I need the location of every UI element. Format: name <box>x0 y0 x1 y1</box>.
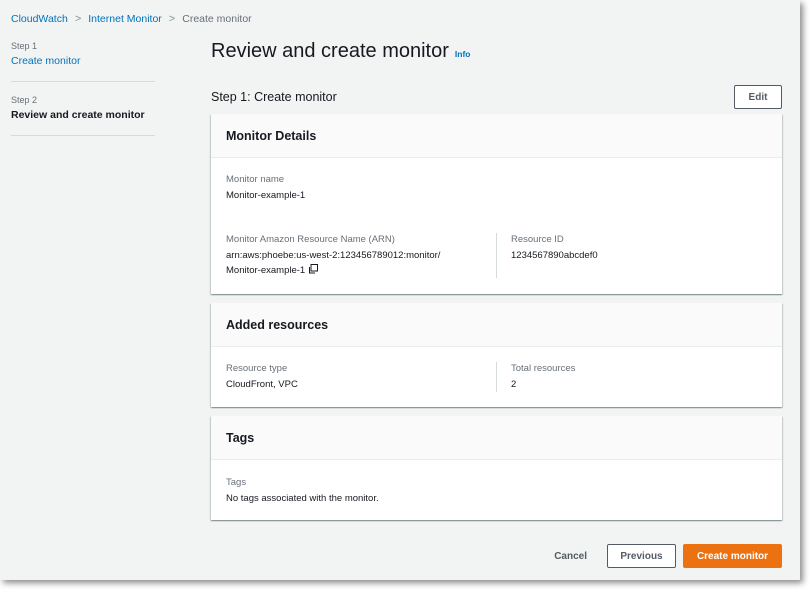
page-title-row: Review and create monitor Info <box>211 40 782 68</box>
field-label: Monitor name <box>226 174 285 185</box>
step-link-create-monitor[interactable]: Create monitor <box>11 54 155 69</box>
card-title: Added resources <box>226 317 329 332</box>
resource-type-field: Resource type CloudFront, VPC <box>226 362 298 392</box>
field-label: Resource type <box>226 363 288 374</box>
card-title: Tags <box>226 430 255 445</box>
step-1-title: Step 1: Create monitor <box>211 90 337 104</box>
wizard-steps: Step 1 Create monitor Step 2 Review and … <box>11 40 155 148</box>
field-value: No tags associated with the monitor. <box>226 493 379 504</box>
breadcrumb-cloudwatch[interactable]: CloudWatch <box>11 13 68 25</box>
info-link[interactable]: Info <box>455 49 471 59</box>
main-content: Review and create monitor Info Step 1: C… <box>211 40 782 520</box>
monitor-name-field: Monitor name Monitor-example-1 <box>226 173 305 203</box>
copy-icon[interactable] <box>308 264 319 279</box>
field-value: CloudFront, VPC <box>226 379 298 390</box>
field-value: arn:aws:phoebe:us-west-2:123456789012:mo… <box>226 248 496 279</box>
breadcrumb: CloudWatch > Internet Monitor > Create m… <box>11 12 252 26</box>
field-label: Resource ID <box>511 234 564 245</box>
chevron-right-icon: > <box>74 13 82 25</box>
field-value: Monitor-example-1 <box>226 190 306 201</box>
card-body: Resource type CloudFront, VPC Total reso… <box>211 347 782 406</box>
field-value: 1234567890abcdef0 <box>511 250 598 261</box>
field-value: 2 <box>511 379 517 390</box>
card-header: Monitor Details <box>211 114 782 158</box>
tags-field: Tags No tags associated with the monitor… <box>226 476 379 506</box>
edit-button[interactable]: Edit <box>734 85 782 109</box>
column-divider <box>496 362 497 392</box>
field-label: Monitor Amazon Resource Name (ARN) <box>226 234 395 245</box>
breadcrumb-current: Create monitor <box>182 13 252 25</box>
card-header: Tags <box>211 416 782 460</box>
added-resources-card: Added resources Resource type CloudFront… <box>211 303 782 407</box>
breadcrumb-internet-monitor[interactable]: Internet Monitor <box>88 13 162 25</box>
wizard-step-1: Step 1 Create monitor <box>11 40 155 82</box>
card-header: Added resources <box>211 303 782 347</box>
field-label: Tags <box>226 477 247 488</box>
wizard-step-2: Step 2 Review and create monitor <box>11 94 155 136</box>
arn-line-2: Monitor-example-1 <box>226 265 306 276</box>
wizard-actions: Cancel Previous Create monitor <box>554 544 782 568</box>
card-title: Monitor Details <box>226 128 317 143</box>
total-resources-field: Total resources 2 <box>511 362 575 392</box>
step-label-review: Review and create monitor <box>11 109 145 121</box>
step-1-header: Step 1: Create monitor Edit <box>211 83 782 111</box>
card-body: Tags No tags associated with the monitor… <box>211 460 782 519</box>
card-body: Monitor name Monitor-example-1 Monitor A… <box>211 158 782 293</box>
column-divider <box>496 233 497 278</box>
tags-card: Tags Tags No tags associated with the mo… <box>211 416 782 520</box>
step-number: Step 1 <box>11 41 38 51</box>
monitor-arn-field: Monitor Amazon Resource Name (ARN) arn:a… <box>226 233 496 279</box>
create-monitor-button[interactable]: Create monitor <box>683 544 782 568</box>
cancel-button[interactable]: Cancel <box>554 551 587 562</box>
step-number: Step 2 <box>11 95 38 105</box>
resource-id-field: Resource ID 1234567890abcdef0 <box>511 233 598 263</box>
page-title: Review and create monitor <box>211 40 449 62</box>
field-label: Total resources <box>511 363 576 374</box>
monitor-details-card: Monitor Details Monitor name Monitor-exa… <box>211 114 782 294</box>
arn-line-1: arn:aws:phoebe:us-west-2:123456789012:mo… <box>226 250 441 261</box>
previous-button[interactable]: Previous <box>607 544 676 568</box>
app-window: CloudWatch > Internet Monitor > Create m… <box>0 0 800 580</box>
chevron-right-icon: > <box>168 13 176 25</box>
